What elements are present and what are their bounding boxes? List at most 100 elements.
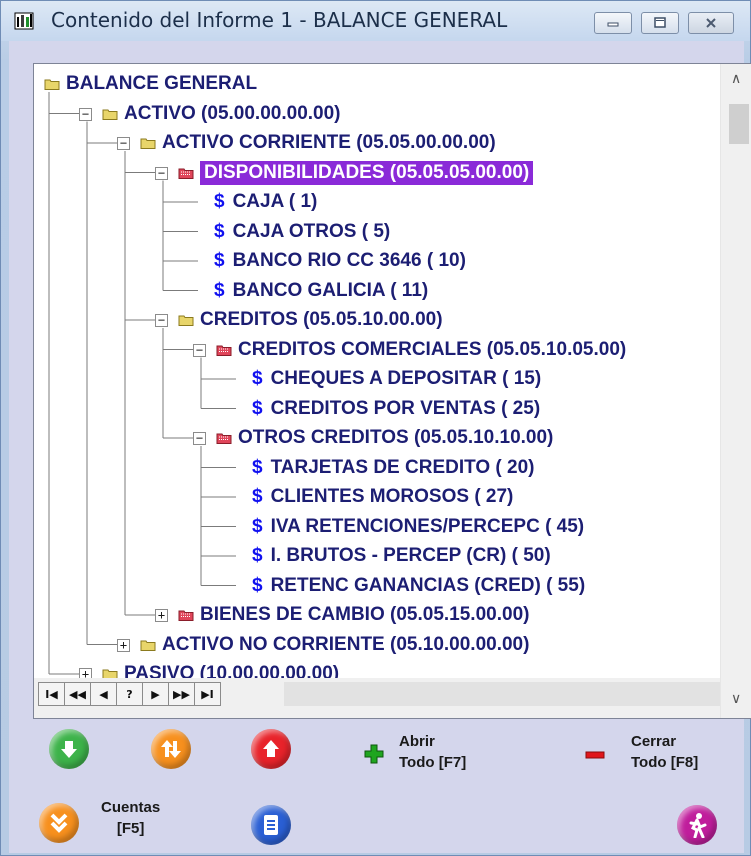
tree-node[interactable]: $ CREDITOS POR VENTAS ( 25) <box>252 395 540 423</box>
folder-icon <box>102 109 118 120</box>
horizontal-scrollbar[interactable] <box>284 682 720 706</box>
account-icon: $ <box>214 191 225 212</box>
tree-node[interactable]: CREDITOS COMERCIALES (05.05.10.05.00) <box>216 336 626 364</box>
walking-man-icon <box>677 805 717 845</box>
move-down-button[interactable] <box>49 729 89 769</box>
document-button[interactable] <box>251 805 291 845</box>
folder-icon <box>140 138 156 149</box>
nav-next-page-button[interactable]: ▶▶ <box>168 682 195 706</box>
minimize-icon <box>607 22 619 27</box>
exit-button[interactable] <box>677 805 717 845</box>
tree-node-label: ACTIVO NO CORRIENTE (05.10.00.00.00) <box>162 633 530 655</box>
folder-icon <box>44 79 60 90</box>
tree-node[interactable]: ACTIVO NO CORRIENTE (05.10.00.00.00) <box>140 631 529 659</box>
collapse-icon[interactable]: − <box>155 166 168 180</box>
minimize-button[interactable] <box>594 12 632 34</box>
client-area: BALANCE GENERAL − ACTIVO (05.00.00.00.00) −… <box>9 41 751 853</box>
scrollbar-thumb[interactable] <box>729 104 749 144</box>
tree-node-label: CAJA ( 1) <box>232 191 318 212</box>
tree-node[interactable]: $ CHEQUES A DEPOSITAR ( 15) <box>252 365 541 393</box>
tree-node-label: DISPONIBILIDADES (05.05.05.00.00) <box>200 160 534 185</box>
nav-prev-page-button[interactable]: ◀◀ <box>64 682 91 706</box>
collapse-icon[interactable]: − <box>193 343 206 357</box>
scroll-up-icon[interactable]: ∧ <box>731 70 741 87</box>
nav-next-button[interactable]: ▶ <box>142 682 169 706</box>
tree-node-label: ACTIVO (05.00.00.00.00) <box>124 102 341 124</box>
tree-node[interactable]: $ TARJETAS DE CREDITO ( 20) <box>252 454 535 482</box>
tree-node-label: ACTIVO CORRIENTE (05.05.00.00.00) <box>162 132 496 153</box>
open-all-label-2: Todo [F7] <box>399 754 467 771</box>
accounts-label-2: [F5] <box>116 820 145 837</box>
nav-first-button[interactable]: I◀ <box>38 682 65 706</box>
tree-node-label: CHEQUES A DEPOSITAR ( 15) <box>270 368 542 389</box>
account-icon: $ <box>214 250 225 271</box>
maximize-icon <box>654 17 666 28</box>
tree-node[interactable]: PASIVO (10.00.00.00.00) <box>102 660 339 678</box>
swap-button[interactable] <box>151 729 191 769</box>
folder-icon <box>216 345 232 356</box>
tree-node[interactable]: $ CAJA OTROS ( 5) <box>214 218 390 246</box>
open-all-label-1: Abrir <box>399 733 435 750</box>
record-navigator: I◀ ◀◀ ◀ ? ▶ ▶▶ ▶I <box>34 678 720 718</box>
expand-icon[interactable]: + <box>117 638 130 652</box>
tree-node[interactable]: BIENES DE CAMBIO (05.05.15.00.00) <box>178 601 529 629</box>
collapse-icon[interactable]: − <box>193 432 206 445</box>
scroll-down-icon[interactable]: ∨ <box>731 690 741 707</box>
tree-node[interactable]: OTROS CREDITOS (05.05.10.10.00) <box>216 424 553 452</box>
account-icon: $ <box>252 368 263 389</box>
account-icon: $ <box>214 220 225 242</box>
swap-arrows-icon <box>151 729 191 769</box>
folder-icon <box>178 168 194 179</box>
collapse-icon[interactable]: − <box>155 314 168 327</box>
tree-node[interactable]: $ I. BRUTOS - PERCEP (CR) ( 50) <box>252 542 551 570</box>
account-icon: $ <box>252 397 263 419</box>
arrow-down-icon <box>49 729 89 769</box>
tree-node[interactable]: ACTIVO (05.00.00.00.00) <box>102 100 341 128</box>
tree-node-label: IVA RETENCIONES/PERCEPC ( 45) <box>270 515 585 537</box>
tree-node[interactable]: $ BANCO RIO CC 3646 ( 10) <box>214 247 466 275</box>
tree-node-label: BANCO RIO CC 3646 ( 10) <box>232 250 466 271</box>
nav-last-button[interactable]: ▶I <box>194 682 221 706</box>
tree-node[interactable]: $ CLIENTES MOROSOS ( 27) <box>252 483 513 511</box>
account-tree[interactable]: BALANCE GENERAL − ACTIVO (05.00.00.00.00) −… <box>33 63 751 719</box>
tree-node-label: CAJA OTROS ( 5) <box>232 220 391 242</box>
move-up-button[interactable] <box>251 729 291 769</box>
close-all-button[interactable]: Cerrar Todo [F8] <box>585 731 698 773</box>
tree-node-label: BANCO GALICIA ( 11) <box>232 279 429 301</box>
collapse-icon[interactable]: − <box>79 107 92 121</box>
nav-prev-button[interactable]: ◀ <box>90 682 117 706</box>
tree-node[interactable]: $ RETENC GANANCIAS (CRED) ( 55) <box>252 572 585 600</box>
tree-node[interactable]: CREDITOS (05.05.10.00.00) <box>178 306 443 334</box>
document-icon <box>251 805 291 845</box>
tree-node[interactable]: BALANCE GENERAL <box>44 70 257 98</box>
nav-search-button[interactable]: ? <box>116 682 143 706</box>
minus-icon <box>585 751 605 759</box>
tree-node[interactable]: $ BANCO GALICIA ( 11) <box>214 277 428 305</box>
close-all-label-1: Cerrar <box>631 733 677 750</box>
vertical-scrollbar[interactable]: ∧ ∨ <box>720 64 751 718</box>
close-button[interactable] <box>688 12 734 34</box>
expand-icon[interactable]: + <box>155 609 168 622</box>
open-all-button[interactable]: Abrir Todo [F7] <box>363 731 466 773</box>
close-all-label-2: Todo [F8] <box>631 754 699 771</box>
account-icon: $ <box>252 486 263 507</box>
tree-node[interactable]: $ IVA RETENCIONES/PERCEPC ( 45) <box>252 513 584 541</box>
tree-node[interactable]: ACTIVO CORRIENTE (05.05.00.00.00) <box>140 129 496 157</box>
folder-icon <box>102 669 118 678</box>
accounts-button[interactable]: Cuentas [F5] <box>39 799 160 843</box>
tree-node-label: OTROS CREDITOS (05.05.10.10.00) <box>238 427 554 448</box>
title-bar[interactable]: Contenido del Informe 1 - BALANCE GENERA… <box>1 1 750 41</box>
report-window: Contenido del Informe 1 - BALANCE GENERA… <box>0 0 751 856</box>
tree-node-label: CREDITOS POR VENTAS ( 25) <box>270 397 541 419</box>
collapse-icon[interactable]: − <box>117 137 130 150</box>
account-icon: $ <box>252 456 263 478</box>
tree-node[interactable]: $ CAJA ( 1) <box>214 188 317 216</box>
expand-icon[interactable]: + <box>79 668 92 678</box>
tree-node[interactable]: DISPONIBILIDADES (05.05.05.00.00) <box>178 159 534 187</box>
maximize-button[interactable] <box>641 12 679 34</box>
account-icon: $ <box>252 545 263 566</box>
folder-icon <box>140 640 156 651</box>
account-icon: $ <box>252 515 263 537</box>
account-icon: $ <box>252 574 263 596</box>
tree-viewport[interactable]: BALANCE GENERAL − ACTIVO (05.00.00.00.00) −… <box>34 64 720 678</box>
